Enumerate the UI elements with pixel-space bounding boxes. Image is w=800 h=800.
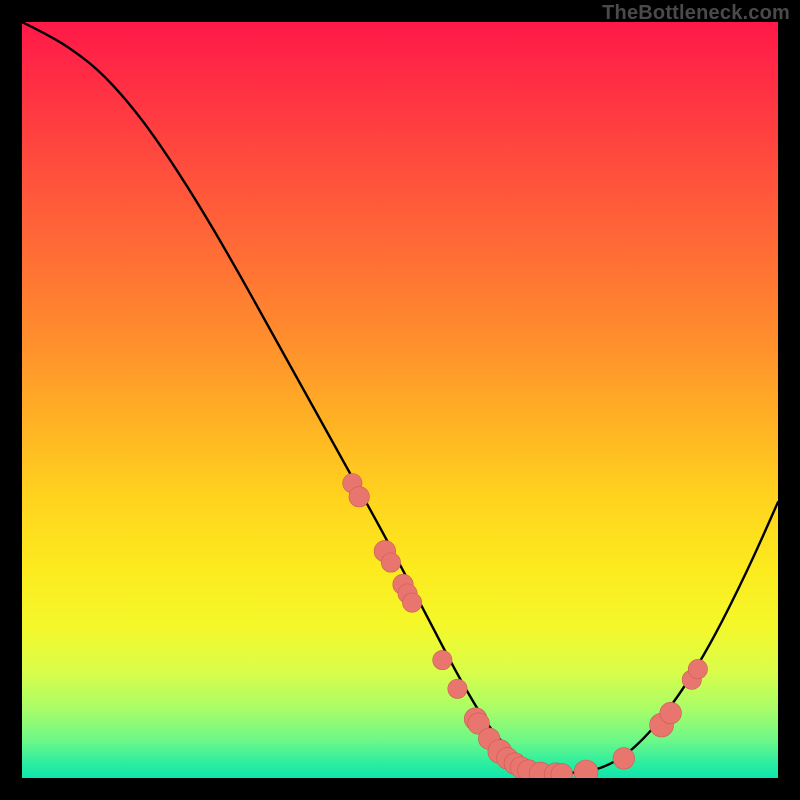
curve-marker <box>448 679 467 698</box>
curve-marker <box>504 753 526 775</box>
curve-marker <box>343 473 362 492</box>
curve-marker <box>349 487 369 507</box>
curve-marker <box>374 540 396 562</box>
curve-marker <box>544 763 567 778</box>
curve-marker <box>433 650 452 669</box>
curve-marker <box>488 740 512 764</box>
curve-marker <box>529 762 552 778</box>
chart-overlay-svg <box>22 22 778 778</box>
curve-marker <box>688 659 707 678</box>
curve-marker <box>497 748 519 770</box>
plot-area <box>22 22 778 778</box>
curve-marker <box>398 584 417 603</box>
curve-marker <box>660 702 682 724</box>
curve-marker <box>510 757 532 778</box>
curve-marker <box>613 748 635 770</box>
curve-marker <box>402 593 421 612</box>
curve-marker <box>682 670 701 689</box>
curve-marker <box>468 713 490 735</box>
curve-marker <box>464 708 487 731</box>
curve-marker <box>518 760 540 778</box>
curve-marker <box>551 763 573 778</box>
curve-marker <box>393 574 413 594</box>
curve-marker <box>650 713 674 737</box>
marker-group <box>343 473 708 778</box>
curve-marker <box>574 760 598 778</box>
curve-marker <box>381 553 400 572</box>
chart-stage: TheBottleneck.com <box>0 0 800 800</box>
curve-marker <box>478 728 500 750</box>
bottleneck-curve <box>22 22 778 773</box>
